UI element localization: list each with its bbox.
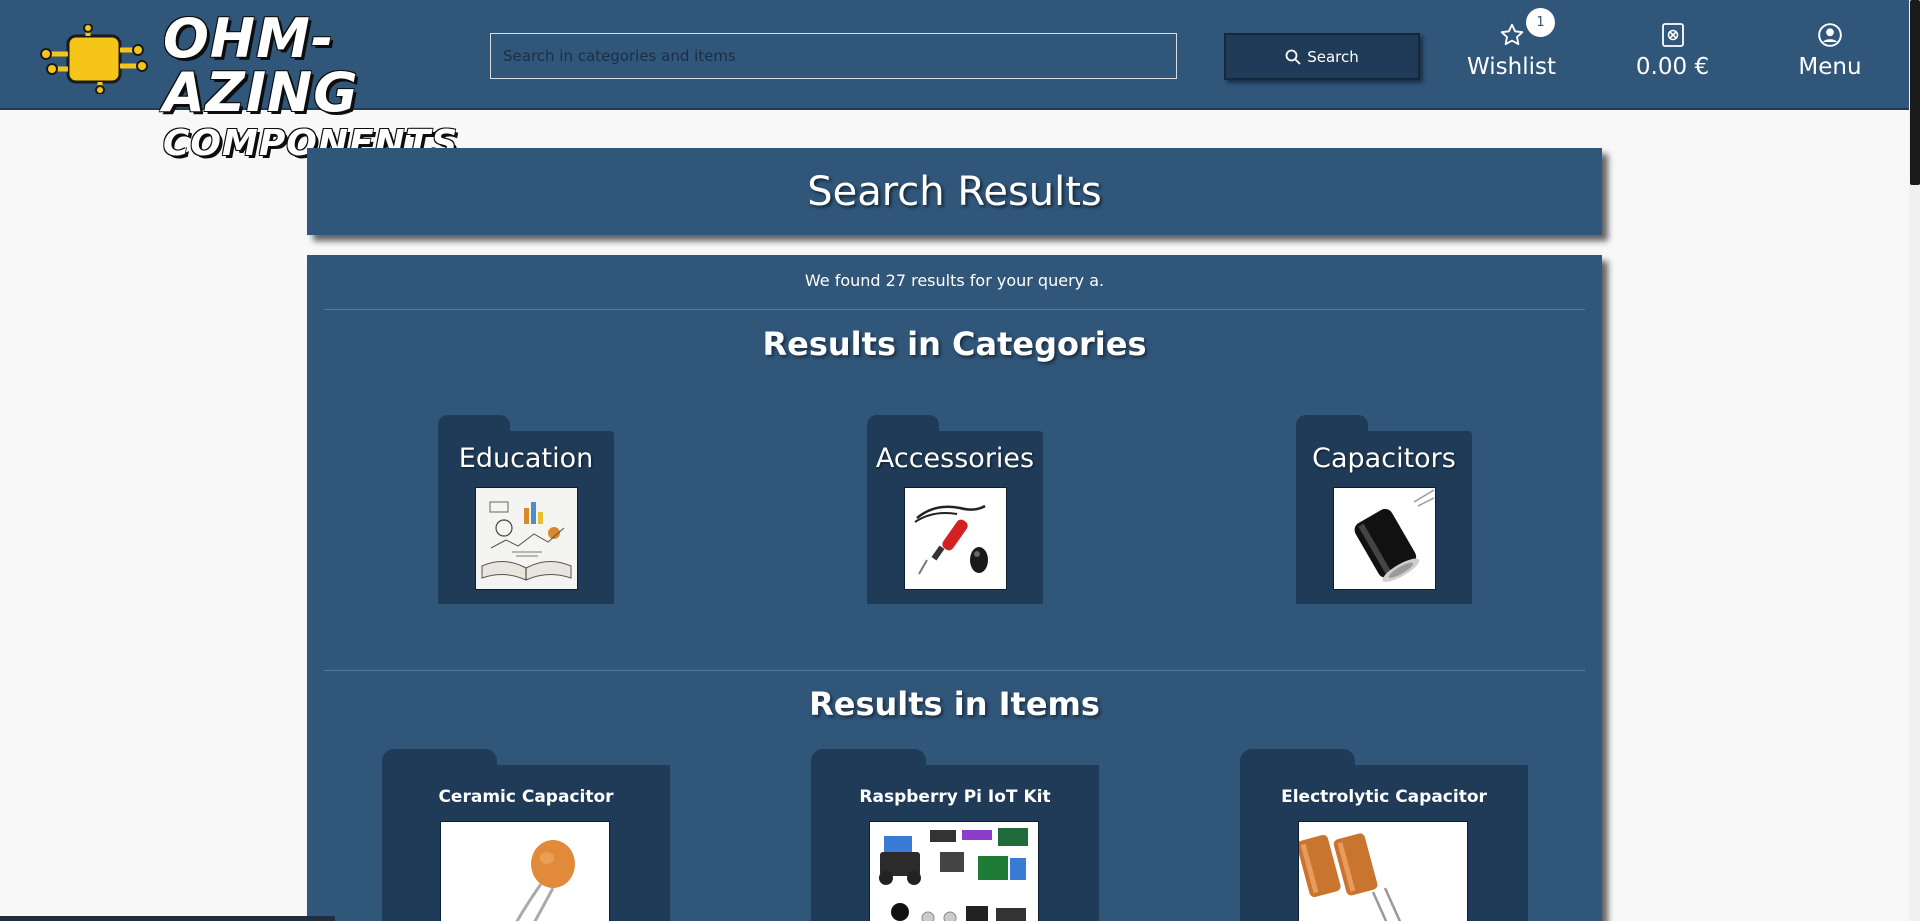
item-image-ceramic-capacitor bbox=[440, 821, 610, 921]
menu-icon-wrap bbox=[1817, 20, 1843, 48]
category-capacitors[interactable]: Capacitors bbox=[1296, 415, 1472, 604]
scrollbar-thumb[interactable] bbox=[1910, 0, 1920, 185]
item-card-electrolytic-capacitor[interactable]: Electrolytic Capacitor bbox=[1240, 749, 1528, 921]
cart-total-label: 0.00 € bbox=[1635, 54, 1710, 80]
category-image-capacitors bbox=[1333, 487, 1436, 590]
item-image-raspberry-pi-iot-kit bbox=[869, 821, 1039, 921]
site-header: OHM-AZING COMPONENTS Search 1 Wishlist bbox=[0, 0, 1909, 162]
results-panel: We found 27 results for your query a. Re… bbox=[307, 255, 1602, 921]
category-label: Education bbox=[458, 443, 594, 474]
item-card-ceramic-capacitor[interactable]: Ceramic Capacitor bbox=[382, 749, 670, 921]
logo-line-1: OHM-AZING bbox=[163, 7, 359, 124]
menu-label: Menu bbox=[1798, 54, 1862, 80]
wishlist-icon-wrap bbox=[1499, 20, 1525, 48]
bottom-strip bbox=[0, 916, 335, 921]
capacitor-icon bbox=[1334, 488, 1435, 589]
category-image-education bbox=[475, 487, 578, 590]
user-circle-icon bbox=[1818, 23, 1842, 47]
category-label: Accessories bbox=[875, 443, 1035, 474]
page-title: Search Results bbox=[807, 168, 1102, 215]
results-summary: We found 27 results for your query a. bbox=[804, 271, 1105, 290]
cart-link[interactable]: 0.00 € bbox=[1620, 20, 1725, 90]
category-education[interactable]: Education bbox=[438, 415, 614, 604]
logo-wordmark: OHM-AZING COMPONENTS bbox=[163, 12, 458, 162]
cart-icon-wrap bbox=[1661, 20, 1685, 48]
divider bbox=[324, 309, 1585, 310]
search-input[interactable] bbox=[490, 33, 1177, 79]
wishlist-link[interactable]: 1 Wishlist bbox=[1455, 8, 1568, 90]
chip-logo-icon bbox=[40, 24, 148, 94]
item-label: Raspberry Pi IoT Kit bbox=[859, 787, 1051, 807]
soldering-iron-icon bbox=[905, 488, 1006, 589]
item-label: Ceramic Capacitor bbox=[438, 787, 614, 807]
search-button-label: Search bbox=[1307, 47, 1359, 66]
item-card-raspberry-pi-iot-kit[interactable]: Raspberry Pi IoT Kit bbox=[811, 749, 1099, 921]
divider bbox=[324, 670, 1585, 671]
wishlist-count-badge: 1 bbox=[1526, 8, 1555, 37]
wishlist-label: Wishlist bbox=[1467, 54, 1556, 80]
site-logo[interactable]: OHM-AZING COMPONENTS bbox=[38, 10, 457, 162]
item-label: Electrolytic Capacitor bbox=[1281, 787, 1487, 807]
electrolytic-capacitor-icon bbox=[1299, 822, 1467, 921]
robot-kit-icon bbox=[870, 822, 1038, 921]
menu-button[interactable]: Menu bbox=[1785, 20, 1875, 90]
item-image-electrolytic-capacitor bbox=[1298, 821, 1468, 921]
items-heading: Results in Items bbox=[809, 685, 1100, 723]
cart-icon bbox=[1661, 23, 1684, 47]
books-illustration-icon bbox=[476, 488, 577, 589]
category-image-accessories bbox=[904, 487, 1007, 590]
category-accessories[interactable]: Accessories bbox=[867, 415, 1043, 604]
search-icon bbox=[1285, 49, 1301, 65]
categories-heading: Results in Categories bbox=[762, 325, 1147, 363]
star-icon bbox=[1500, 23, 1523, 46]
category-label: Capacitors bbox=[1312, 443, 1456, 474]
ceramic-capacitor-icon bbox=[441, 822, 609, 921]
page-title-panel: Search Results bbox=[307, 148, 1602, 235]
search-button[interactable]: Search bbox=[1224, 33, 1420, 80]
